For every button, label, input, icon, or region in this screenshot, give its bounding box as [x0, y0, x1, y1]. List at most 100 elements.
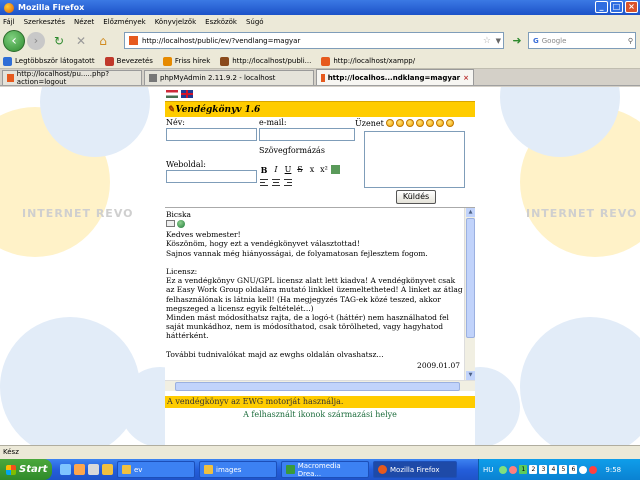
- tray-icon[interactable]: [509, 465, 518, 474]
- close-button[interactable]: ×: [625, 1, 638, 13]
- close-tab-icon[interactable]: ×: [463, 74, 469, 82]
- search-icon[interactable]: ⚲: [628, 37, 633, 45]
- tab-guestbook[interactable]: http://localhos...ndklang=magyar ×: [316, 69, 474, 85]
- smiley-icon[interactable]: [406, 119, 414, 127]
- send-button[interactable]: Küldés: [396, 190, 436, 204]
- scroll-up-icon[interactable]: ▲: [466, 208, 475, 217]
- align-toolbar: [259, 178, 293, 187]
- quicklaunch-icon[interactable]: [102, 464, 113, 475]
- italic-button[interactable]: I: [271, 165, 281, 175]
- message-label: Üzenet: [355, 119, 384, 128]
- network-icon[interactable]: [589, 465, 598, 474]
- bookmark-item[interactable]: Friss hírek: [162, 56, 210, 66]
- menu-edit[interactable]: Szerkesztés: [24, 18, 65, 26]
- tray-icon[interactable]: [499, 465, 508, 474]
- url-dropdown-icon[interactable]: ▼: [496, 37, 501, 45]
- taskbar-button-firefox[interactable]: Mozilla Firefox: [373, 461, 457, 478]
- scroll-thumb[interactable]: [175, 382, 460, 391]
- bookmark-item[interactable]: Legtöbbször látogatott: [3, 56, 95, 66]
- globe-icon[interactable]: [177, 220, 185, 229]
- quicklaunch-icon[interactable]: [74, 464, 85, 475]
- desktop-switch-6[interactable]: 6: [569, 465, 578, 474]
- tab-favicon: [321, 73, 325, 82]
- menu-history[interactable]: Előzmények: [103, 18, 145, 26]
- maximize-button[interactable]: □: [610, 1, 623, 13]
- vertical-scrollbar[interactable]: ▲ ▼: [464, 208, 475, 380]
- menu-view[interactable]: Nézet: [74, 18, 94, 26]
- google-icon: G: [533, 36, 539, 45]
- quicklaunch-icon[interactable]: [60, 464, 71, 475]
- search-input[interactable]: G Google ⚲: [528, 32, 636, 49]
- navigation-toolbar: ‹ › ↻ ✕ ⌂ http://localhost/public/ev/?ve…: [0, 28, 640, 54]
- hungarian-flag-icon[interactable]: [166, 90, 178, 98]
- align-right-icon[interactable]: [283, 178, 293, 187]
- smiley-icon[interactable]: [446, 119, 454, 127]
- align-left-icon[interactable]: [259, 178, 269, 187]
- taskbar-button-images[interactable]: images: [199, 461, 277, 478]
- start-label: Start: [19, 464, 48, 475]
- dreamweaver-icon: [286, 465, 295, 474]
- bookmark-item[interactable]: http://localhost/xampp/: [321, 56, 415, 66]
- subscript-button[interactable]: x: [307, 165, 317, 175]
- menu-help[interactable]: Súgó: [246, 18, 264, 26]
- english-flag-icon[interactable]: [181, 90, 193, 98]
- address-bar[interactable]: http://localhost/public/ev/?vendlang=mag…: [124, 32, 504, 49]
- desktop-switch-1[interactable]: 1: [519, 465, 528, 474]
- smiley-icon[interactable]: [416, 119, 424, 127]
- watermark-circle: [0, 317, 140, 445]
- quicklaunch-icon[interactable]: [88, 464, 99, 475]
- desktop-switch-2[interactable]: 2: [529, 465, 538, 474]
- bookmark-star-icon[interactable]: ☆: [483, 36, 491, 46]
- superscript-button[interactable]: x²: [319, 165, 329, 175]
- home-icon[interactable]: ⌂: [95, 33, 111, 49]
- image-icon[interactable]: [331, 165, 340, 174]
- scroll-down-icon[interactable]: ▼: [466, 371, 475, 380]
- email-input[interactable]: [259, 128, 355, 141]
- smiley-icon[interactable]: [436, 119, 444, 127]
- icons-source-link[interactable]: A felhasznált ikonok származási helye: [165, 410, 475, 419]
- smiley-icon[interactable]: [386, 119, 394, 127]
- windows-logo-icon: [6, 464, 16, 475]
- scroll-thumb[interactable]: [466, 218, 475, 338]
- tab-logout[interactable]: http://localhost/pu.....php?action=logou…: [2, 70, 142, 86]
- language-indicator[interactable]: HU: [483, 466, 493, 474]
- stop-icon[interactable]: ✕: [73, 33, 89, 49]
- entry-scroll-area[interactable]: Bicska Kedves webmester! Köszönöm, hogy …: [166, 208, 463, 380]
- smiley-icon[interactable]: [396, 119, 404, 127]
- start-button[interactable]: Start: [0, 459, 52, 480]
- align-center-icon[interactable]: [271, 178, 281, 187]
- mail-icon[interactable]: [166, 220, 175, 228]
- menu-tools[interactable]: Eszközök: [205, 18, 237, 26]
- go-icon[interactable]: ➜: [510, 34, 524, 48]
- volume-icon[interactable]: [579, 465, 588, 474]
- smiley-icon[interactable]: [426, 119, 434, 127]
- website-input[interactable]: [166, 170, 257, 183]
- entry-text: Kedves webmester! Köszönöm, hogy ezt a v…: [166, 230, 463, 359]
- bold-button[interactable]: B: [259, 165, 269, 175]
- menu-file[interactable]: Fájl: [3, 18, 15, 26]
- desktop-switch-4[interactable]: 4: [549, 465, 558, 474]
- minimize-button[interactable]: _: [595, 1, 608, 13]
- bookmark-item[interactable]: http://localhost/publi...: [220, 56, 311, 66]
- desktop-switch-5[interactable]: 5: [559, 465, 568, 474]
- website-label: Weboldal:: [166, 160, 206, 169]
- name-input[interactable]: [166, 128, 257, 141]
- window-titlebar: Mozilla Firefox _ □ ×: [0, 0, 640, 15]
- bookmark-item[interactable]: Bevezetés: [104, 56, 153, 66]
- taskbar: Start ev images Macromedia Drea... Mozil…: [0, 459, 640, 480]
- menu-bookmarks[interactable]: Könyvjelzők: [155, 18, 196, 26]
- desktop-switch-3[interactable]: 3: [539, 465, 548, 474]
- strike-button[interactable]: S: [295, 165, 305, 175]
- message-textarea[interactable]: [364, 131, 465, 188]
- name-label: Név:: [166, 118, 185, 127]
- taskbar-button-dreamweaver[interactable]: Macromedia Drea...: [281, 461, 369, 478]
- guestbook-panel: ✎ Vendégkönyv 1.6 Név: e-mail: Üzenet Sz…: [165, 87, 475, 445]
- folder-icon: [204, 465, 213, 474]
- tab-phpmyadmin[interactable]: phpMyAdmin 2.11.9.2 - localhost: [144, 70, 314, 85]
- forward-button[interactable]: ›: [27, 32, 45, 50]
- underline-button[interactable]: U: [283, 165, 293, 175]
- back-button[interactable]: ‹: [3, 30, 25, 52]
- taskbar-button-ev[interactable]: ev: [117, 461, 195, 478]
- reload-icon[interactable]: ↻: [51, 33, 67, 49]
- horizontal-scrollbar[interactable]: [165, 380, 475, 391]
